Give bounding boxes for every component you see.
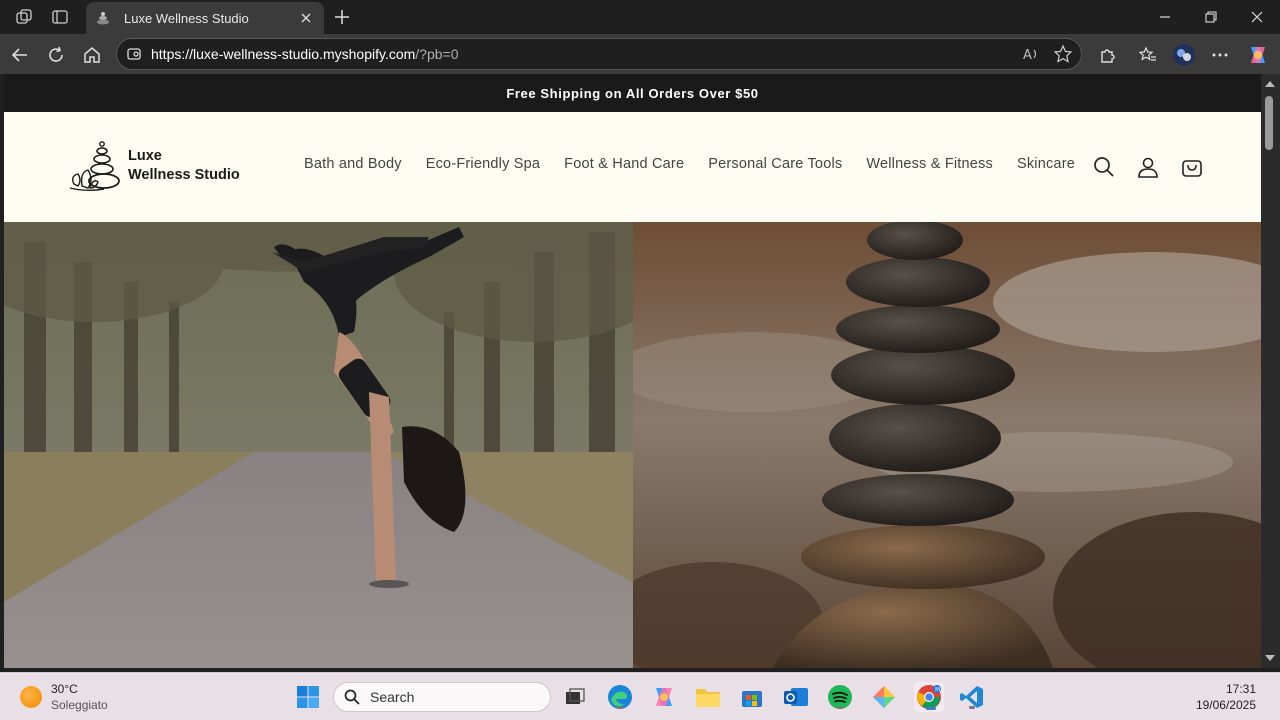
search-icon[interactable] [1090,153,1118,181]
copilot-icon[interactable] [650,683,678,711]
windows-taskbar: 30°C Soleggiato Search M 17:31 19/06/202… [0,672,1280,720]
hero-banner [4,222,1261,668]
address-bar[interactable]: https://luxe-wellness-studio.myshopify.c… [116,38,1082,70]
vertical-tabs-icon[interactable] [49,6,71,28]
url-text: https://luxe-wellness-studio.myshopify.c… [151,46,459,62]
vscode-icon[interactable] [958,683,986,711]
nav-item-skincare[interactable]: Skincare [1017,156,1075,172]
logo-text: Luxe Wellness Studio [128,147,240,185]
web-page: Free Shipping on All Orders Over $50 Lux… [4,74,1261,668]
restore-icon[interactable] [1188,4,1234,30]
extensions-icon[interactable] [1094,41,1122,69]
store-header: Luxe Wellness Studio Bath and Body Eco-F… [4,112,1261,222]
search-icon [344,689,360,705]
favorites-icon[interactable] [1134,41,1162,69]
temperature: 30°C [51,682,78,696]
browser-tabstrip: Luxe Wellness Studio [0,0,1280,34]
read-aloud-icon[interactable]: A [1021,44,1041,69]
system-clock[interactable]: 17:31 19/06/2025 [1196,681,1256,713]
account-icon[interactable] [1134,153,1162,181]
weather-widget[interactable]: 30°C Soleggiato [20,681,108,713]
windows-start-icon[interactable] [294,683,322,711]
nav-item-personal-care-tools[interactable]: Personal Care Tools [708,156,842,172]
yoga-handstand-image[interactable] [4,222,633,668]
announcement-bar: Free Shipping on All Orders Over $50 [4,74,1261,112]
search-placeholder: Search [370,689,415,705]
active-tab[interactable]: Luxe Wellness Studio [86,2,324,34]
nav-item-bath-and-body[interactable]: Bath and Body [304,156,402,172]
back-icon[interactable] [6,41,34,69]
edge-icon[interactable] [606,683,634,711]
scroll-thumb[interactable] [1265,96,1273,150]
clock-time: 17:31 [1225,682,1256,696]
site-info-icon[interactable] [123,43,145,65]
main-nav: Bath and Body Eco-Friendly Spa Foot & Ha… [304,156,1099,172]
copilot-icon[interactable] [1244,41,1272,69]
svg-text:A: A [1023,48,1032,63]
outlook-icon[interactable] [782,683,810,711]
workspaces-icon[interactable] [13,6,35,28]
file-explorer-icon[interactable] [694,683,722,711]
weather-condition: Soleggiato [51,698,108,712]
tools-app-icon[interactable] [870,683,898,711]
refresh-icon[interactable] [42,41,70,69]
nav-item-foot-hand-care[interactable]: Foot & Hand Care [564,156,684,172]
logo-line-2: Wellness Studio [128,167,240,183]
stacked-stones-image[interactable] [633,222,1261,668]
nav-item-eco-friendly-spa[interactable]: Eco-Friendly Spa [426,156,540,172]
logo-line-1: Luxe [128,148,162,164]
close-tab-icon[interactable] [296,8,316,28]
stones-lotus-logo-icon [69,141,120,191]
page-scrollbar[interactable] [1261,74,1280,668]
spotify-icon[interactable] [826,683,854,711]
chrome-icon[interactable]: M [914,682,944,712]
browser-toolbar: https://luxe-wellness-studio.myshopify.c… [0,34,1280,74]
settings-more-icon[interactable] [1206,41,1234,69]
clock-date: 19/06/2025 [1195,698,1256,712]
tab-title: Luxe Wellness Studio [124,10,249,26]
new-tab-icon[interactable] [330,5,354,29]
scroll-down-icon[interactable] [1265,654,1275,662]
microsoft-store-icon[interactable] [738,683,766,711]
taskbar-search-box[interactable]: Search [333,682,551,712]
store-favicon-icon [94,9,112,27]
announcement-text: Free Shipping on All Orders Over $50 [506,85,759,101]
svg-text:M: M [935,687,940,694]
favorite-star-icon[interactable] [1053,44,1073,69]
home-icon[interactable] [78,41,106,69]
profile-avatar-icon[interactable] [1170,41,1198,69]
store-logo[interactable]: Luxe Wellness Studio [68,140,240,192]
cart-icon[interactable] [1178,153,1206,181]
close-window-icon[interactable] [1234,4,1280,30]
task-view-icon[interactable] [561,683,589,711]
scroll-up-icon[interactable] [1265,80,1275,88]
sunny-weather-icon [20,686,42,708]
nav-item-wellness-fitness[interactable]: Wellness & Fitness [866,156,993,172]
minimize-icon[interactable] [1142,4,1188,30]
